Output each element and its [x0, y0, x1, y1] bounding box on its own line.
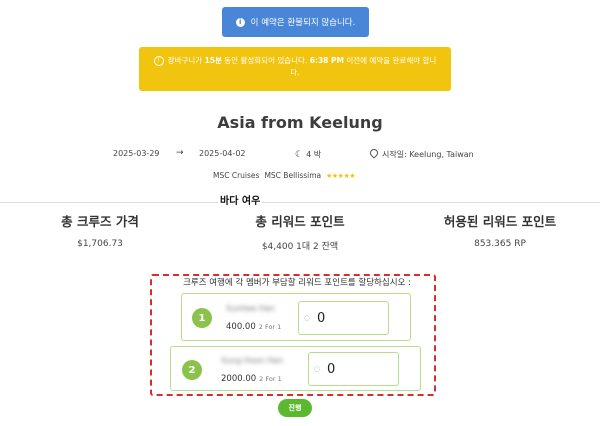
points-value: 0: [317, 310, 326, 326]
member-number: 2: [182, 360, 202, 380]
price-value: 400.00: [226, 322, 256, 332]
start-date: 2025-03-29: [113, 149, 160, 158]
map-pin-icon: [368, 147, 380, 159]
coin-icon: ◌: [314, 365, 321, 373]
summary-value: $4,400 1대 2 잔액: [261, 242, 339, 252]
summary-label: 총 리워드 포인트: [255, 214, 345, 229]
member-card: 2 Sung Hoon Han 2000.00 2 For 1 ◌ 0: [170, 346, 421, 391]
end-date: 2025-04-02: [199, 149, 246, 158]
member-name: Sung Hoon Han: [221, 356, 284, 365]
total-price: 총 크루즈 가격 $1,706.73: [0, 211, 200, 249]
total-reward-points: 총 리워드 포인트 $4,400 1대 2 잔액: [200, 211, 400, 252]
cruise-line-row: MSC Cruises MSC Bellissima ★★★★★: [213, 171, 356, 180]
member-name: Sunhee Han: [226, 304, 275, 313]
price-sub: 2 For 1: [258, 323, 282, 331]
departure-text: 시작일: Keelung, Taiwan: [382, 150, 474, 159]
allocation-instruction: 크루즈 여행에 각 멤버가 부담할 리워드 포인트를 할당하십시오 :: [183, 278, 411, 288]
member-number: 1: [192, 308, 212, 328]
summary-value: $1,706.73: [77, 239, 123, 249]
trip-details: 2025-03-29 → 2025-04-02 ☾ 4 박 시작일: Keelun…: [0, 147, 600, 162]
member-price: 400.00 2 For 1: [226, 322, 281, 332]
arrow-right-icon: →: [176, 148, 184, 158]
divider: [0, 202, 600, 203]
coin-icon: ◌: [304, 314, 311, 322]
price-value: 2000.00: [221, 374, 257, 384]
summary-label: 허용된 리워드 포인트: [443, 214, 557, 229]
summary-label: 총 크루즈 가격: [61, 214, 139, 229]
points-value: 0: [327, 361, 336, 377]
cabin-type-label: 바다 여우: [218, 192, 263, 207]
points-input[interactable]: ◌ 0: [308, 352, 399, 386]
warning-text-1: 장바구니가: [167, 56, 205, 65]
allowed-reward-points: 허용된 리워드 포인트 853.365 RP: [400, 211, 600, 249]
summary-value: 853.365 RP: [474, 239, 526, 249]
nights: ☾ 4 박: [295, 149, 321, 160]
proceed-button[interactable]: 진행: [278, 399, 312, 417]
ship-name: MSC Bellissima: [264, 171, 322, 180]
price-sub: 2 For 1: [259, 375, 282, 383]
nights-text: 4 박: [306, 150, 322, 159]
info-banner-text: 이 예약은 환불되지 않습니다.: [250, 18, 356, 28]
cruise-title: Asia from Keelung: [217, 113, 383, 132]
member-card: 1 Sunhee Han 400.00 2 For 1 ◌ 0: [181, 293, 411, 341]
member-price: 2000.00 2 For 1: [221, 374, 282, 384]
departure-port: 시작일: Keelung, Taiwan: [368, 147, 474, 160]
moon-icon: ☾: [295, 150, 304, 160]
non-refundable-banner: i 이 예약은 환불되지 않습니다.: [222, 7, 369, 37]
warning-minutes: 15분: [204, 56, 222, 65]
points-input[interactable]: ◌ 0: [298, 301, 389, 335]
cruise-line: MSC Cruises: [213, 171, 260, 180]
info-icon: i: [235, 17, 245, 27]
warning-text-2: 동안 활성화되어 있습니다.: [221, 56, 310, 65]
alert-icon: !: [153, 56, 164, 66]
star-rating: ★★★★★: [326, 171, 356, 180]
cart-timer-banner: ! 장바구니가 15분 동안 활성화되어 있습니다. 6:38 PM 이전에 예약…: [139, 47, 451, 91]
warning-time: 6:38 PM: [309, 56, 344, 65]
